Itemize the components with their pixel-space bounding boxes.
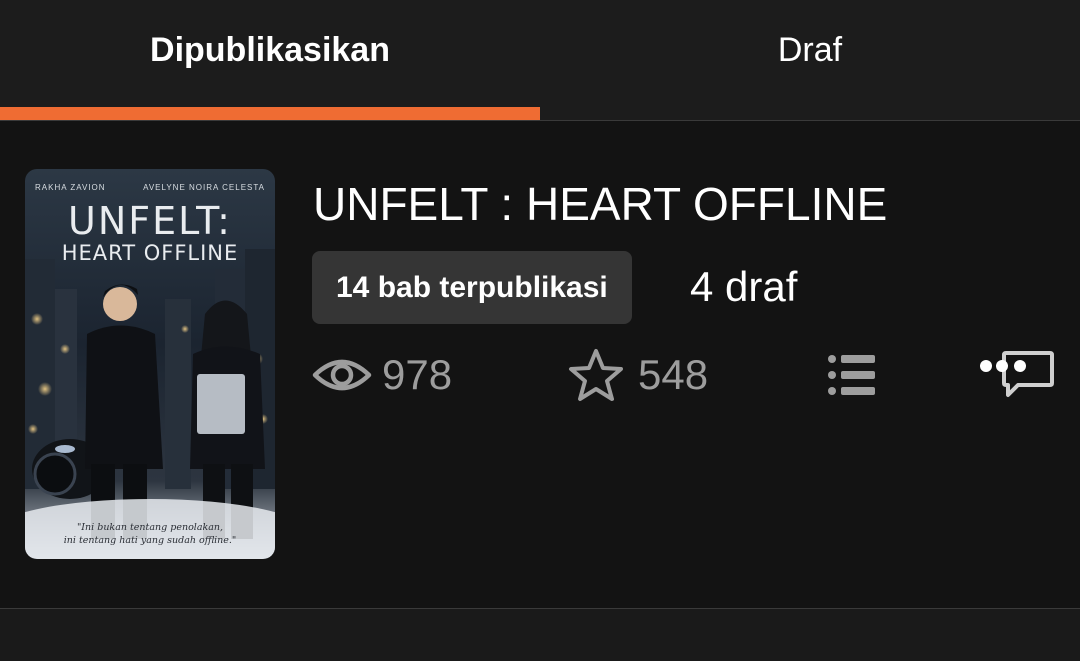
views-count: 978 (382, 351, 453, 398)
published-chapters-badge: 14 bab terpublikasi (312, 251, 632, 324)
cover-subtitle: HEART OFFLINE (61, 241, 239, 265)
eye-icon (312, 359, 372, 391)
table-of-contents-button[interactable] (827, 353, 877, 402)
votes-stat: 548 (566, 349, 708, 401)
votes-count: 548 (638, 351, 709, 398)
cover-quote: "Ini bukan tentang penolakan, ini tentan… (25, 521, 275, 547)
comment-icon (980, 351, 1054, 397)
tab-draft[interactable]: Draf (540, 0, 1080, 100)
comments-button[interactable] (978, 349, 1058, 406)
draft-count: 4 draf (690, 263, 798, 310)
star-icon (569, 349, 623, 401)
views-stat: 978 (312, 349, 452, 401)
list-icon (828, 355, 875, 395)
cover-author-right: AVELYNE NOIRA CELESTA (143, 183, 265, 192)
story-title[interactable]: UNFELT : HEART OFFLINE (313, 177, 887, 231)
story-card[interactable]: RAKHA ZAVION AVELYNE NOIRA CELESTA UNFEL… (0, 121, 1080, 609)
tab-bar: Dipublikasikan Draf (0, 0, 1080, 121)
cover-title: UNFELT: (68, 199, 232, 243)
active-tab-indicator (0, 107, 540, 120)
story-cover[interactable]: RAKHA ZAVION AVELYNE NOIRA CELESTA UNFEL… (25, 169, 275, 559)
cover-author-left: RAKHA ZAVION (35, 183, 106, 192)
cover-quote-line-1: "Ini bukan tentang penolakan, (76, 522, 224, 533)
tab-published[interactable]: Dipublikasikan (0, 0, 540, 100)
cover-quote-line-2: ini tentang hati yang sudah offline." (63, 535, 237, 546)
